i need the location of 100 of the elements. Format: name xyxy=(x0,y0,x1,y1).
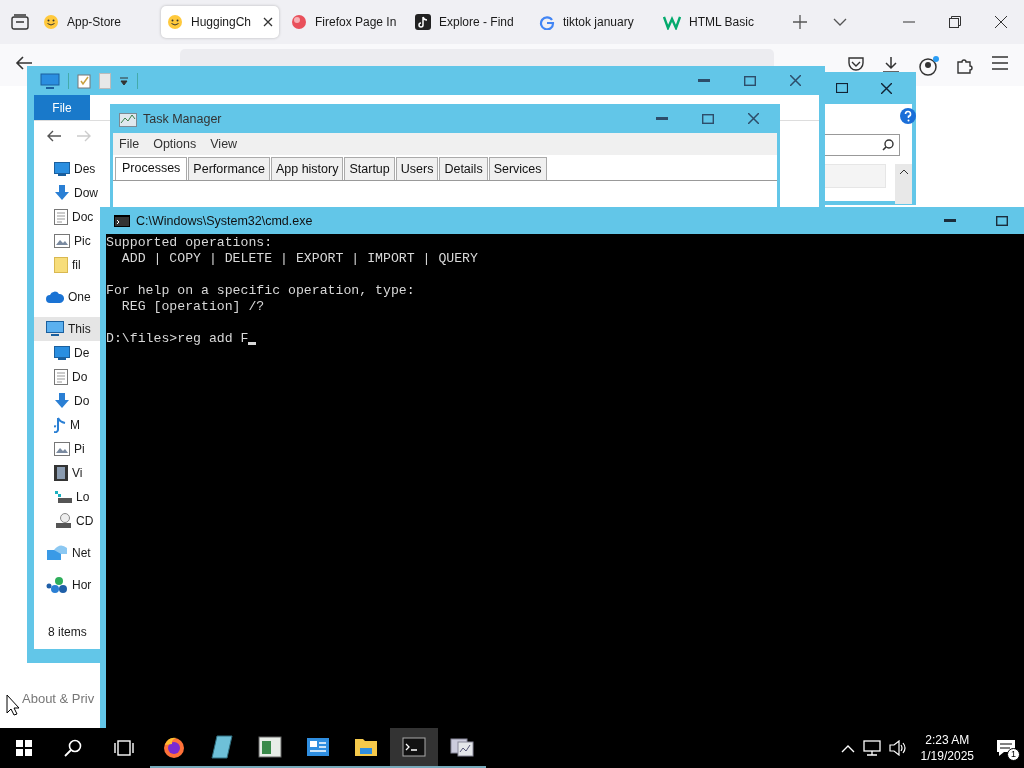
close-icon[interactable] xyxy=(881,82,892,94)
taskbar-app[interactable] xyxy=(390,728,438,768)
maximize-icon[interactable] xyxy=(702,113,714,124)
menu-item[interactable]: Options xyxy=(153,137,197,151)
search-icon xyxy=(882,139,894,151)
cloud-icon xyxy=(46,291,64,303)
tab[interactable]: Performance xyxy=(188,157,270,180)
nav-item[interactable]: Lo xyxy=(34,485,100,509)
clock-time[interactable]: 2:23 AM xyxy=(925,732,970,748)
scrollbar[interactable] xyxy=(895,164,912,204)
tab[interactable]: Services xyxy=(488,157,547,180)
nav-item[interactable]: Do xyxy=(34,389,100,413)
chevron-down-icon[interactable] xyxy=(833,18,847,26)
file-tab[interactable]: File xyxy=(34,95,90,120)
music-note-icon xyxy=(54,417,66,433)
ball-icon xyxy=(291,14,307,30)
tab-list-icon[interactable] xyxy=(11,14,29,30)
nav-item[interactable]: Dow xyxy=(34,181,100,205)
maximize-icon[interactable] xyxy=(744,75,756,86)
footer-link[interactable]: About & Priv xyxy=(22,691,95,706)
browser-tab[interactable]: HuggingCh xyxy=(161,6,279,38)
nav-item[interactable]: CD xyxy=(34,509,100,533)
network-icon[interactable] xyxy=(862,740,881,756)
window-title: Task Manager xyxy=(143,111,222,126)
document-icon xyxy=(54,369,68,385)
nav-item[interactable]: Hor xyxy=(34,573,100,597)
browser-tab[interactable]: tiktok january xyxy=(533,6,651,38)
checkbox-icon[interactable] xyxy=(77,72,91,89)
maximize-icon[interactable] xyxy=(996,215,1008,226)
fox-globe-icon xyxy=(162,735,186,759)
nav-item[interactable]: Vi xyxy=(34,461,100,485)
text-cursor xyxy=(248,342,257,345)
restore-icon[interactable] xyxy=(949,16,961,28)
folder-icon xyxy=(54,257,68,273)
nav-item[interactable]: Pi xyxy=(34,437,100,461)
windows-logo-icon[interactable] xyxy=(16,740,32,756)
nav-item[interactable]: Doc xyxy=(34,205,100,229)
account-icon[interactable] xyxy=(918,56,940,76)
down-arrow-icon xyxy=(54,393,70,409)
console-line: Supported operations: xyxy=(106,235,274,251)
item-count: 8 items xyxy=(48,625,87,639)
nav-item[interactable]: Net xyxy=(34,541,100,565)
nav-item[interactable]: This xyxy=(34,317,100,341)
control-panel-icon xyxy=(306,737,330,757)
task-manager-icon xyxy=(119,110,137,127)
nav-item[interactable]: fil xyxy=(34,253,100,277)
puzzle-icon[interactable] xyxy=(956,56,974,74)
search-field[interactable] xyxy=(824,134,900,156)
close-icon[interactable] xyxy=(995,16,1007,28)
browser-tab[interactable]: Firefox Page In xyxy=(285,6,403,38)
notification-button[interactable]: 1 xyxy=(988,728,1024,768)
w-letter-icon xyxy=(663,14,681,30)
nav-item[interactable]: De xyxy=(34,341,100,365)
nav-item[interactable]: One xyxy=(34,285,100,309)
menu-item[interactable]: File xyxy=(119,137,140,151)
computer-icon xyxy=(46,321,64,337)
menu-icon[interactable] xyxy=(992,56,1008,70)
browser-tab[interactable]: HTML Basic xyxy=(657,6,775,38)
browser-tab[interactable]: App-Store xyxy=(37,6,155,38)
new-tab-icon[interactable] xyxy=(793,15,807,29)
nav-item[interactable]: Do xyxy=(34,365,100,389)
tab[interactable]: App history xyxy=(270,157,344,180)
browser-tab[interactable]: Explore - Find xyxy=(409,6,527,38)
picture-icon xyxy=(54,234,70,248)
server-manager-icon xyxy=(450,736,474,758)
nav-item[interactable]: Des xyxy=(34,157,100,181)
computer-icon[interactable] xyxy=(40,72,60,89)
tab[interactable]: Startup xyxy=(344,157,395,180)
chevron-up-icon[interactable] xyxy=(840,743,855,753)
g-letter-icon xyxy=(539,14,555,30)
back-arrow-icon[interactable] xyxy=(46,130,62,142)
task-view-icon[interactable] xyxy=(114,740,134,756)
desktop-icon xyxy=(54,346,70,360)
pocket-icon[interactable] xyxy=(847,56,865,72)
folder-icon xyxy=(354,737,378,757)
menu-item[interactable]: View xyxy=(210,137,238,151)
tab[interactable]: Processes xyxy=(115,157,188,180)
nav-item[interactable]: M xyxy=(34,413,100,437)
back-arrow-icon[interactable] xyxy=(15,56,33,70)
desktop-icon xyxy=(54,162,70,176)
mouse-pointer-icon xyxy=(6,694,20,716)
scroll-up-icon[interactable] xyxy=(898,169,909,175)
tab[interactable]: Users xyxy=(395,157,439,180)
volume-icon[interactable] xyxy=(888,740,907,756)
close-tab-icon[interactable] xyxy=(263,17,273,27)
command-line[interactable]: D:\files>reg add F xyxy=(106,331,249,347)
help-icon[interactable] xyxy=(900,108,916,124)
notepad-icon xyxy=(211,735,233,759)
download-icon[interactable] xyxy=(882,56,900,74)
nav-item[interactable]: Pic xyxy=(34,229,100,253)
window-icon xyxy=(258,736,282,758)
homegroup-icon xyxy=(46,576,68,594)
dropdown-icon[interactable] xyxy=(119,74,129,87)
drive-icon xyxy=(54,490,72,504)
disc-drive-icon xyxy=(54,513,72,529)
search-icon[interactable] xyxy=(64,739,82,757)
clock-date[interactable]: 1/19/2025 xyxy=(920,748,974,764)
down-arrow-icon xyxy=(54,185,70,201)
maximize-icon[interactable] xyxy=(836,83,848,93)
tab[interactable]: Details xyxy=(439,157,488,180)
